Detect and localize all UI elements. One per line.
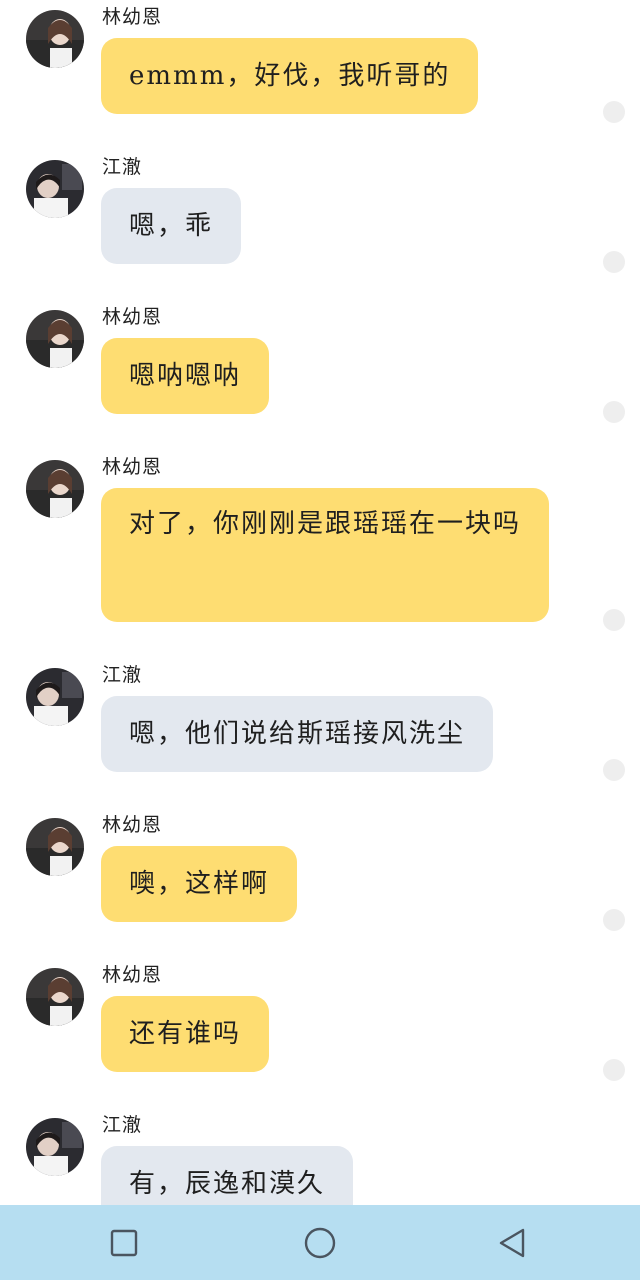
read-status-dot	[603, 251, 625, 273]
message-bubble[interactable]: 还有谁吗	[101, 996, 270, 1072]
triangle-back-icon[interactable]	[492, 1223, 532, 1263]
avatar-jiang-che[interactable]	[26, 160, 84, 218]
sender-name: 江澈	[102, 1114, 143, 1136]
avatar-lin-youen[interactable]	[26, 818, 84, 876]
avatar-jiang-che[interactable]	[26, 668, 84, 726]
message-bubble[interactable]: 对了，你刚刚是跟瑶瑶在一块吗	[101, 488, 549, 622]
message-bubble[interactable]: emmm，好伐，我听哥的	[101, 38, 479, 114]
read-status-dot	[603, 759, 625, 781]
message-bubble[interactable]: 有，辰逸和漠久	[101, 1146, 354, 1205]
message-bubble[interactable]: 嗯，他们说给斯瑶接风洗尘	[101, 696, 494, 772]
read-status-dot	[603, 401, 625, 423]
avatar-lin-youen[interactable]	[26, 460, 84, 518]
read-status-dot	[603, 609, 625, 631]
sender-name: 林幼恩	[102, 306, 163, 328]
avatar-lin-youen[interactable]	[26, 968, 84, 1026]
sender-name: 林幼恩	[102, 964, 163, 986]
read-status-dot	[603, 909, 625, 931]
square-icon[interactable]	[104, 1223, 144, 1263]
message-bubble[interactable]: 嗯，乖	[101, 188, 242, 264]
system-navigation-bar	[0, 1205, 640, 1280]
sender-name: 林幼恩	[102, 6, 163, 28]
read-status-dot	[603, 1059, 625, 1081]
circle-icon[interactable]	[300, 1223, 340, 1263]
read-status-dot	[603, 101, 625, 123]
sender-name: 林幼恩	[102, 456, 163, 478]
sender-name: 江澈	[102, 156, 143, 178]
avatar-lin-youen[interactable]	[26, 310, 84, 368]
sender-name: 林幼恩	[102, 814, 163, 836]
sender-name: 江澈	[102, 664, 143, 686]
avatar-lin-youen[interactable]	[26, 10, 84, 68]
avatar-jiang-che[interactable]	[26, 1118, 84, 1176]
chat-list[interactable]: 林幼恩 emmm，好伐，我听哥的 江澈 嗯，乖 林幼恩 嗯呐嗯呐 林幼恩 对了，…	[0, 0, 640, 1205]
message-bubble[interactable]: 嗯呐嗯呐	[101, 338, 270, 414]
message-bubble[interactable]: 噢，这样啊	[101, 846, 298, 922]
